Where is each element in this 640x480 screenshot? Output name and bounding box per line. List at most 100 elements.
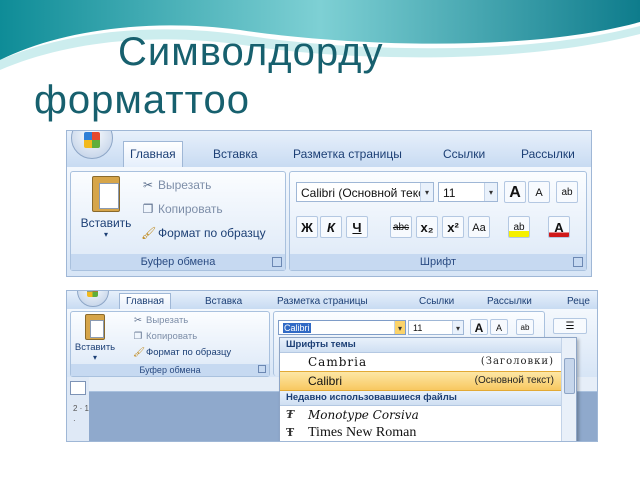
bullets-button[interactable]: ☰ [553, 318, 587, 334]
font-dialog-launcher-icon[interactable] [573, 257, 583, 267]
format-painter-button[interactable]: 🖌 Формат по образцу [141, 226, 266, 240]
ribbon-tab-bar: Главная Вставка Разметка страницы Ссылки… [67, 131, 591, 167]
strikethrough-button[interactable]: abc [390, 216, 412, 238]
italic-button[interactable]: К [320, 216, 342, 238]
slide-title-line2: форматтоо [34, 78, 250, 122]
copy-icon: ❐ [133, 331, 143, 342]
font-option-name: Calibri [308, 374, 343, 388]
cut-button-2[interactable]: ✂ Вырезать [133, 315, 188, 326]
tab-insert-2[interactable]: Вставка [199, 294, 248, 309]
font-option-monotype-corsiva[interactable]: Ŧ Monotype Corsiva [280, 406, 576, 424]
cut-label-2: Вырезать [146, 315, 189, 326]
font-size-value: 11 [443, 186, 456, 200]
recent-fonts-header: Недавно использовавшиеся файлы [280, 391, 576, 406]
paste-dropdown-arrow[interactable]: ▾ [77, 230, 135, 239]
font-color-button[interactable]: A [548, 216, 570, 238]
change-case-button[interactable]: Aa [468, 216, 490, 238]
paste-button-2[interactable]: Вставить ▾ [73, 314, 117, 364]
font-name-combobox-2[interactable]: Calibri ▾ [278, 320, 406, 335]
tab-mailings[interactable]: Рассылки [515, 143, 581, 165]
truetype-icon: Ŧ [286, 426, 295, 439]
font-list-scrollbar[interactable] [561, 338, 576, 441]
truetype-icon: Ŧ [286, 408, 295, 421]
format-painter-button-2[interactable]: 🖌Формат по образцу [133, 347, 231, 358]
ribbon2-tab-bar: Главная Вставка Разметка страницы Ссылки… [67, 291, 597, 311]
tab-references[interactable]: Ссылки [437, 143, 491, 165]
shrink-font-button[interactable]: A [528, 181, 550, 203]
font-size-dropdown-icon[interactable]: ▾ [452, 321, 463, 334]
tab-selector-icon[interactable] [70, 381, 86, 395]
office-button-2[interactable] [77, 291, 109, 307]
ribbon-screenshot-2: Главная Вставка Разметка страницы Ссылки… [66, 290, 598, 442]
paste-button[interactable]: Вставить ▾ [77, 176, 135, 246]
paintbrush-icon: 🖌 [133, 347, 146, 358]
font-name-value: Calibri (Основной текст) [301, 186, 434, 200]
copy-label: Копировать [158, 202, 223, 216]
slide-title-line1: Символдорду [118, 30, 384, 74]
paintbrush-icon: 🖌 [141, 226, 157, 240]
scrollbar-thumb[interactable] [564, 358, 575, 394]
grow-font-button[interactable]: A [504, 181, 526, 203]
font-group-label: Шрифт [290, 254, 586, 270]
tab-page-layout[interactable]: Разметка страницы [287, 143, 408, 165]
font-option-calibri[interactable]: Calibri (Основной текст) [280, 371, 576, 391]
font-option-name: Monotype Corsiva [308, 408, 419, 422]
underline-button[interactable]: Ч [346, 216, 368, 238]
ribbon-screenshot-1: Главная Вставка Разметка страницы Ссылки… [66, 130, 592, 277]
paste-label: Вставить [80, 216, 132, 230]
slide-title: Символдорду форматтоо [34, 28, 634, 124]
clipboard-icon [85, 314, 105, 340]
tab-review-2[interactable]: Реце [561, 294, 596, 309]
font-size-dropdown-icon[interactable]: ▾ [484, 183, 497, 201]
copy-button[interactable]: ❐ Копировать [141, 202, 223, 216]
tab-mailings-2[interactable]: Рассылки [481, 294, 538, 309]
office-logo-icon [84, 132, 100, 148]
tab-insert[interactable]: Вставка [207, 143, 264, 165]
ruler-marks: 2 · 1 · [73, 404, 90, 425]
font-option-cambria[interactable]: Cambria (Заголовки) [280, 353, 576, 371]
highlight-button[interactable]: ab [508, 216, 530, 238]
font-option-tag: (Основной текст) [474, 375, 554, 386]
clipboard-group-2: Вставить ▾ ✂ Вырезать ❐ Копировать 🖌Формат… [70, 311, 270, 377]
clipboard-dialog-launcher-icon[interactable] [258, 365, 266, 373]
font-option-times-new-roman[interactable]: Ŧ Times New Roman [280, 424, 576, 441]
font-dropdown-list: Шрифты темы Cambria (Заголовки) Calibri … [279, 337, 577, 441]
tab-home[interactable]: Главная [123, 141, 183, 167]
shrink-font-button-2[interactable]: A [490, 319, 508, 335]
clipboard-group: Вставить ▾ ✂ Вырезать ❐ Копировать 🖌 Формат… [70, 171, 286, 271]
theme-fonts-header: Шрифты темы [280, 338, 576, 353]
font-size-value-2: 11 [413, 323, 423, 333]
paste-dropdown-arrow-2[interactable]: ▾ [73, 353, 117, 362]
format-painter-label-2: Формат по образцу [146, 347, 232, 358]
font-option-tag: (Заголовки) [480, 356, 554, 367]
copy-icon: ❐ [142, 202, 154, 216]
office-button[interactable] [71, 131, 113, 159]
scissors-icon: ✂ [142, 178, 154, 192]
clipboard-dialog-launcher-icon[interactable] [272, 257, 282, 267]
copy-button-2[interactable]: ❐ Копировать [133, 331, 197, 342]
font-name-dropdown-icon[interactable]: ▾ [420, 183, 433, 201]
clipboard-group-label: Буфер обмена [71, 254, 285, 270]
font-option-name: Times New Roman [308, 425, 417, 440]
tab-references-2[interactable]: Ссылки [413, 294, 460, 309]
font-name-dropdown-icon[interactable]: ▾ [394, 321, 405, 334]
clear-formatting-button-2[interactable]: ab [516, 319, 534, 335]
format-painter-label: Формат по образцу [158, 226, 266, 240]
grow-font-button-2[interactable]: A [470, 319, 488, 335]
font-name-value-2: Calibri [283, 323, 311, 333]
font-name-combobox[interactable]: Calibri (Основной текст) ▾ [296, 182, 434, 202]
scissors-icon: ✂ [134, 315, 142, 326]
office-logo-icon [87, 291, 98, 297]
bold-button[interactable]: Ж [296, 216, 318, 238]
font-size-combobox-2[interactable]: 11 ▾ [408, 320, 464, 335]
superscript-button[interactable]: x² [442, 216, 464, 238]
subscript-button[interactable]: x₂ [416, 216, 438, 238]
clipboard-group-label-2: Буфер обмена [71, 364, 269, 376]
clear-formatting-button[interactable]: ab [556, 181, 578, 203]
vertical-ruler: 2 · 1 · [67, 377, 90, 441]
tab-page-layout-2[interactable]: Разметка страницы [271, 294, 374, 309]
font-size-combobox[interactable]: 11 ▾ [438, 182, 498, 202]
copy-label-2: Копировать [146, 331, 198, 342]
cut-button[interactable]: ✂ Вырезать [141, 178, 211, 192]
paste-label-2: Вставить [74, 342, 116, 353]
